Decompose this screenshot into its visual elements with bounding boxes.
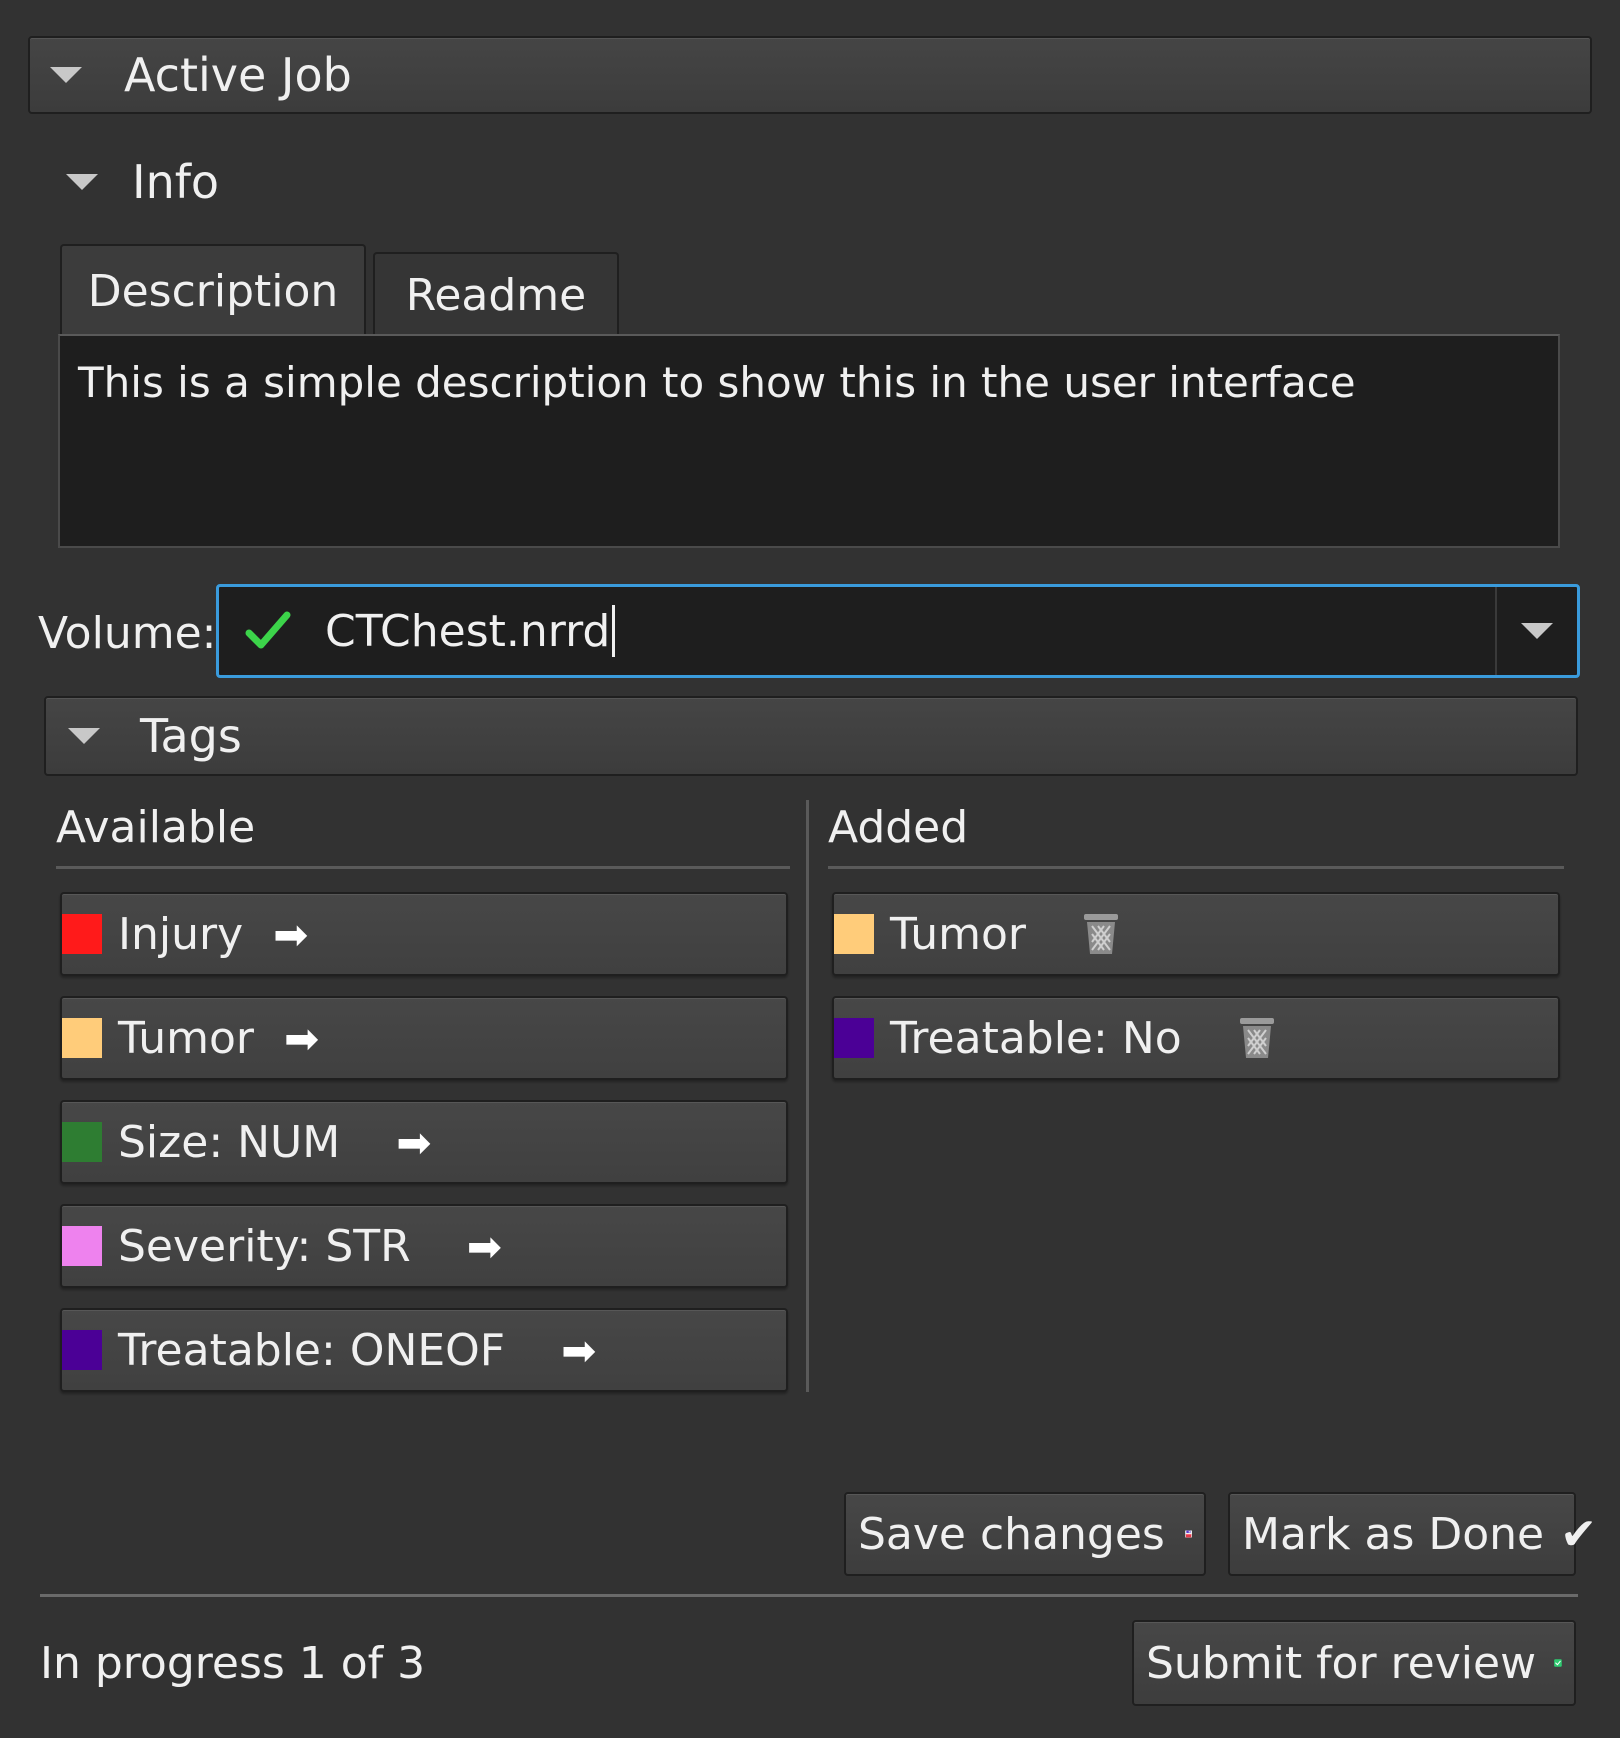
available-tag-size[interactable]: Size: NUM ➡ (60, 1100, 788, 1184)
tab-description[interactable]: Description (60, 244, 366, 336)
info-section-header[interactable]: Info (66, 150, 466, 214)
mark-as-done-label: Mark as Done (1242, 1508, 1545, 1560)
check-icon (245, 611, 291, 649)
mark-as-done-button[interactable]: Mark as Done ✔ (1228, 1492, 1597, 1576)
tag-color-swatch (834, 914, 874, 954)
description-text: This is a simple description to show thi… (78, 358, 1356, 407)
tag-color-swatch (62, 914, 102, 954)
tag-label: Treatable: No (890, 1012, 1182, 1064)
collapse-triangle-icon (68, 728, 100, 744)
tag-label: Severity: STR (118, 1220, 411, 1272)
volume-dropdown-button[interactable] (1495, 587, 1577, 675)
tag-color-swatch (834, 1018, 874, 1058)
submit-for-review-label: Submit for review (1146, 1637, 1537, 1689)
available-tag-treatable[interactable]: Treatable: ONEOF ➡ (60, 1308, 788, 1392)
tag-label: Size: NUM (118, 1116, 341, 1168)
tab-readme-label: Readme (405, 269, 587, 321)
available-header: Available (56, 802, 256, 853)
added-tag-tumor[interactable]: Tumor (832, 892, 1560, 976)
volume-combobox[interactable]: CTChest.nrrd (216, 584, 1580, 678)
save-changes-button[interactable]: Save changes (844, 1492, 1206, 1576)
available-underline (56, 866, 790, 869)
tag-color-swatch (62, 1226, 102, 1266)
added-header: Added (828, 802, 969, 853)
floppy-disk-icon (1185, 1530, 1192, 1538)
available-tag-injury[interactable]: Injury ➡ (60, 892, 788, 976)
tab-readme[interactable]: Readme (373, 252, 619, 336)
checkmark-icon: ✔ (1560, 1508, 1597, 1560)
right-arrow-icon: ➡ (283, 1013, 320, 1063)
trash-icon[interactable] (1238, 1016, 1276, 1060)
save-changes-label: Save changes (858, 1508, 1165, 1560)
right-arrow-icon: ➡ (273, 909, 309, 959)
green-check-box-icon (1554, 1659, 1562, 1667)
tags-title: Tags (140, 709, 242, 763)
description-text-area[interactable]: This is a simple description to show thi… (58, 334, 1560, 548)
footer-separator (40, 1594, 1578, 1597)
volume-value[interactable]: CTChest.nrrd (325, 606, 610, 657)
tag-color-swatch (62, 1330, 102, 1370)
active-job-section-header[interactable]: Active Job (28, 36, 1592, 114)
added-tag-treatable[interactable]: Treatable: No (832, 996, 1560, 1080)
column-divider (806, 800, 809, 1392)
collapse-triangle-icon (66, 174, 98, 190)
trash-icon[interactable] (1082, 912, 1120, 956)
tag-color-swatch (62, 1018, 102, 1058)
available-tag-severity[interactable]: Severity: STR ➡ (60, 1204, 788, 1288)
right-arrow-icon: ➡ (396, 1117, 432, 1167)
volume-label: Volume: (38, 608, 217, 659)
text-cursor (612, 605, 616, 657)
info-title: Info (132, 155, 220, 209)
available-tag-tumor[interactable]: Tumor ➡ (60, 996, 788, 1080)
tag-label: Treatable: ONEOF (118, 1324, 506, 1376)
right-arrow-icon: ➡ (561, 1325, 597, 1375)
tags-section-header[interactable]: Tags (44, 696, 1578, 776)
right-arrow-icon: ➡ (466, 1221, 502, 1271)
tag-label: Injury (118, 908, 244, 960)
added-underline (828, 866, 1564, 869)
tag-label: Tumor (118, 1012, 254, 1064)
submit-for-review-button[interactable]: Submit for review (1132, 1620, 1576, 1706)
tag-color-swatch (62, 1122, 102, 1162)
tag-label: Tumor (890, 908, 1026, 960)
progress-status: In progress 1 of 3 (40, 1638, 426, 1689)
active-job-title: Active Job (124, 48, 352, 102)
tab-description-label: Description (87, 265, 339, 317)
chevron-down-icon (1521, 623, 1553, 639)
collapse-triangle-icon (50, 67, 82, 83)
